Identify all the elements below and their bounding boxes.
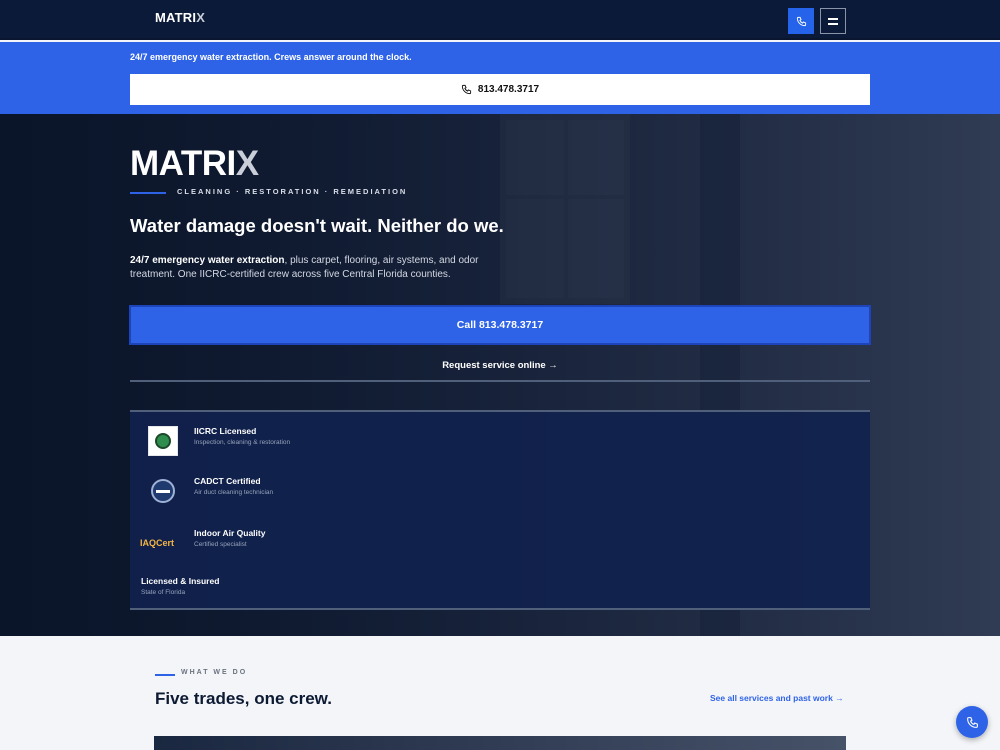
nav-logo[interactable]: MATRIX <box>155 10 205 25</box>
services-title: Five trades, one crew. <box>155 689 332 708</box>
hero-section: MATRIX CLEANING · RESTORATION · REMEDIAT… <box>0 114 1000 636</box>
hero-intro: 24/7 emergency water extraction, plus ca… <box>130 255 479 280</box>
emergency-text: 24/7 emergency water extraction. Crews a… <box>130 52 412 62</box>
call-cta-button[interactable]: Call 813.478.3717 <box>129 305 871 345</box>
request-service-link[interactable]: Request service online → <box>130 350 870 382</box>
credential-iaq: IAQCert Indoor Air Quality Certified spe… <box>130 528 630 568</box>
phone-icon <box>796 16 806 26</box>
floating-call-button[interactable] <box>956 706 988 738</box>
see-all-services-link[interactable]: See all services and past work → <box>710 693 844 703</box>
credential-licensed: Licensed & Insured State of Florida <box>141 576 220 596</box>
hero-logo: MATRIX <box>130 144 259 183</box>
iaq-cert-logo: IAQCert <box>140 538 175 548</box>
emergency-band: 24/7 emergency water extraction. Crews a… <box>0 42 1000 114</box>
band-phone-number: 813.478.3717 <box>477 84 540 95</box>
phone-icon <box>461 84 471 95</box>
hamburger-icon <box>828 17 838 25</box>
credential-cadct: CADCT Certified Air duct cleaning techni… <box>130 476 630 516</box>
tagline: CLEANING · RESTORATION · REMEDIATION <box>177 187 408 196</box>
menu-button[interactable] <box>820 8 846 34</box>
credentials-panel: IICRC Licensed Inspection, cleaning & re… <box>130 410 870 610</box>
credential-iicrc: IICRC Licensed Inspection, cleaning & re… <box>130 426 630 466</box>
iicrc-badge-icon <box>148 426 178 456</box>
services-eyebrow: WHAT WE DO <box>181 669 248 676</box>
tagline-divider <box>130 192 166 194</box>
top-nav: MATRIX <box>0 0 1000 40</box>
band-call-button[interactable]: 813.478.3717 <box>130 74 870 105</box>
services-eyebrow-line <box>155 674 175 676</box>
services-image-strip <box>154 736 846 750</box>
phone-icon <box>966 716 978 728</box>
nav-call-button[interactable] <box>788 8 814 34</box>
cadct-badge-icon <box>148 476 178 506</box>
hero-headline: Water damage doesn't wait. Neither do we… <box>130 215 504 236</box>
